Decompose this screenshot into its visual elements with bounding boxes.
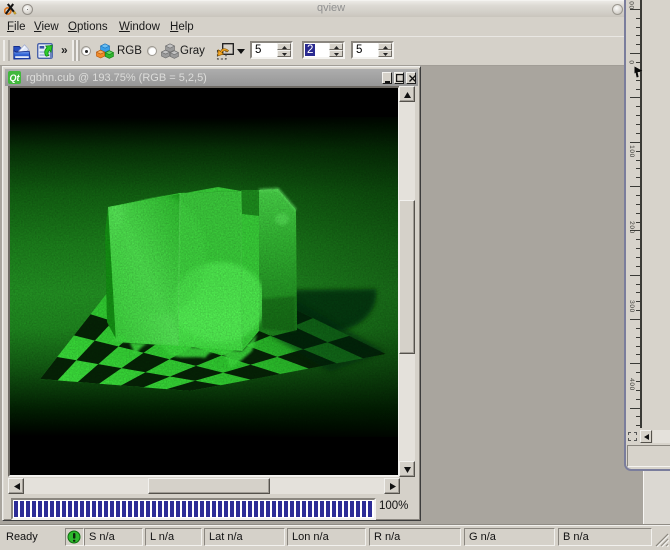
- svg-text:Qt: Qt: [10, 73, 21, 83]
